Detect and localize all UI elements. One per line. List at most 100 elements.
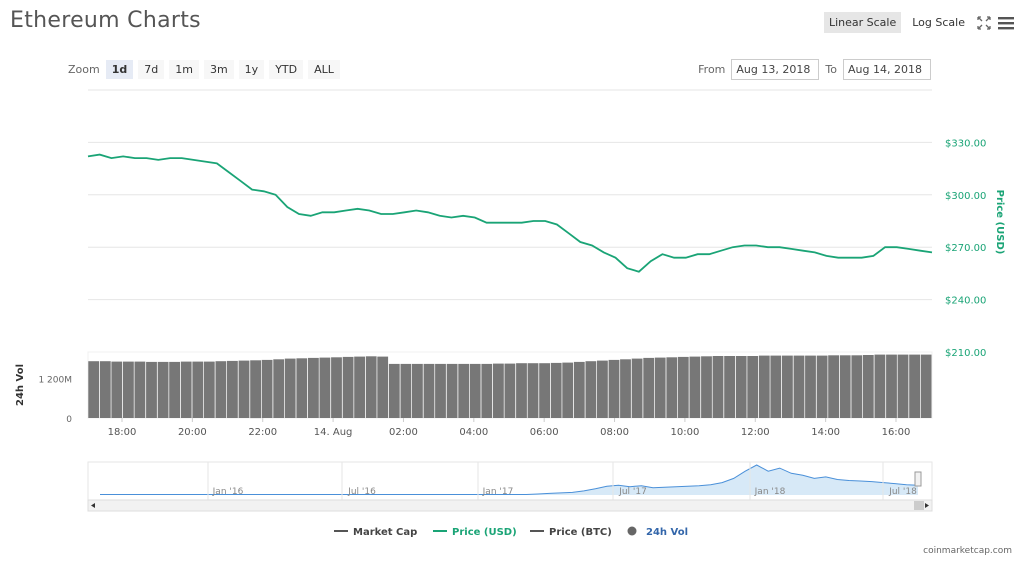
- volume-bar: [446, 363, 458, 418]
- volume-bar: [504, 363, 516, 418]
- legend-item[interactable]: 24h Vol: [646, 527, 688, 538]
- volume-bar: [851, 355, 863, 418]
- volume-bar: [828, 355, 839, 418]
- legend-item[interactable]: Price (USD): [452, 527, 517, 538]
- price-tick-label: $300.00: [945, 191, 986, 202]
- navigator-tick-label: Jul '18: [888, 487, 917, 497]
- volume-bar: [146, 361, 157, 418]
- volume-bar: [770, 355, 782, 418]
- volume-bar: [354, 356, 365, 418]
- x-tick-label: 10:00: [670, 427, 699, 438]
- volume-bar: [550, 362, 562, 418]
- x-tick-label: 02:00: [389, 427, 418, 438]
- volume-bar: [677, 356, 689, 418]
- volume-bar: [758, 355, 770, 418]
- volume-axis-title: 24h Vol: [15, 364, 26, 406]
- volume-bar: [435, 363, 446, 418]
- volume-bar: [793, 355, 805, 418]
- volume-bar: [862, 355, 874, 418]
- navigator-tick-label: Jan '17: [482, 487, 514, 497]
- volume-bar: [238, 360, 250, 418]
- legend-item[interactable]: Price (BTC): [549, 527, 612, 538]
- navigator-handle: [914, 471, 922, 487]
- volume-bar: [886, 354, 897, 418]
- volume-bar: [747, 356, 759, 418]
- navigator-tick-label: Jan '16: [212, 487, 244, 497]
- x-tick-label: 04:00: [459, 427, 488, 438]
- navigator-tick-label: Jul '17: [618, 487, 647, 497]
- navigator-tick-label: Jan '18: [754, 487, 786, 497]
- volume-bar: [585, 361, 597, 418]
- volume-bar: [308, 357, 319, 418]
- price-tick-label: $270.00: [945, 243, 986, 254]
- volume-bar: [469, 363, 481, 418]
- volume-bar: [874, 354, 886, 418]
- volume-bar: [365, 356, 377, 418]
- x-tick-label: 16:00: [882, 427, 911, 438]
- x-tick-label: 12:00: [741, 427, 770, 438]
- volume-bar: [331, 357, 342, 418]
- volume-bar: [782, 355, 793, 418]
- x-tick-label: 06:00: [530, 427, 559, 438]
- volume-bar: [273, 359, 285, 418]
- x-tick-label: 08:00: [600, 427, 629, 438]
- volume-bar: [481, 363, 493, 418]
- price-tick-label: $330.00: [945, 138, 986, 149]
- volume-bar: [319, 357, 331, 418]
- volume-bar: [654, 357, 666, 418]
- volume-bar: [261, 359, 273, 418]
- volume-bar: [631, 358, 643, 418]
- volume-bar: [412, 363, 423, 418]
- volume-bar: [180, 361, 192, 418]
- x-tick-label: 22:00: [248, 427, 277, 438]
- volume-bar: [458, 363, 470, 418]
- volume-bar: [666, 357, 678, 418]
- volume-bar: [897, 354, 909, 418]
- volume-bar: [169, 361, 180, 418]
- navigator-tick-label: Jul '16: [347, 487, 376, 497]
- volume-bar: [134, 361, 146, 418]
- volume-bar: [284, 358, 296, 418]
- volume-tick-label: 1 200M: [38, 375, 72, 385]
- x-tick-label: 14. Aug: [314, 427, 353, 438]
- chart-area: $330.00 $300.00 $270.00 $240.00 $210.00 Price…: [15, 89, 1005, 538]
- volume-bar: [816, 355, 828, 418]
- volume-bar: [516, 363, 527, 418]
- volume-bar: [724, 356, 735, 418]
- volume-bar: [400, 363, 412, 418]
- volume-bar: [388, 363, 400, 418]
- volume-bar: [250, 360, 261, 419]
- volume-bar: [643, 357, 655, 418]
- volume-bar: [805, 355, 816, 418]
- x-tick-label: 18:00: [108, 427, 137, 438]
- volume-bar: [573, 361, 585, 418]
- volume-bar: [839, 355, 851, 418]
- volume-tick-label: 0: [66, 415, 72, 425]
- volume-bar: [88, 361, 100, 418]
- price-tick-label: $210.00: [945, 348, 986, 359]
- volume-bar: [157, 361, 169, 418]
- volume-bar: [689, 356, 701, 418]
- x-tick-label: 20:00: [178, 427, 207, 438]
- legend-marker-circle: [627, 526, 637, 536]
- volume-bar: [620, 359, 631, 418]
- volume-bar: [99, 361, 111, 418]
- volume-bar: [227, 360, 238, 418]
- volume-bar: [493, 363, 504, 418]
- volume-bar: [203, 361, 215, 418]
- volume-bar: [920, 354, 932, 418]
- volume-bar: [608, 359, 620, 418]
- volume-bar: [296, 358, 308, 418]
- x-tick-label: 14:00: [811, 427, 840, 438]
- legend-item[interactable]: Market Cap: [353, 527, 417, 538]
- volume-bar: [909, 354, 920, 418]
- price-tick-label: $240.00: [945, 296, 986, 307]
- price-usd-line: [87, 153, 933, 273]
- volume-bar: [215, 361, 227, 418]
- scrollbar-track: [87, 499, 933, 512]
- price-axis-title: Price (USD): [994, 190, 1005, 255]
- volume-bar: [597, 360, 608, 418]
- volume-bar: [423, 363, 435, 418]
- scrollbar-thumb: [914, 501, 924, 510]
- volume-bar: [111, 361, 123, 418]
